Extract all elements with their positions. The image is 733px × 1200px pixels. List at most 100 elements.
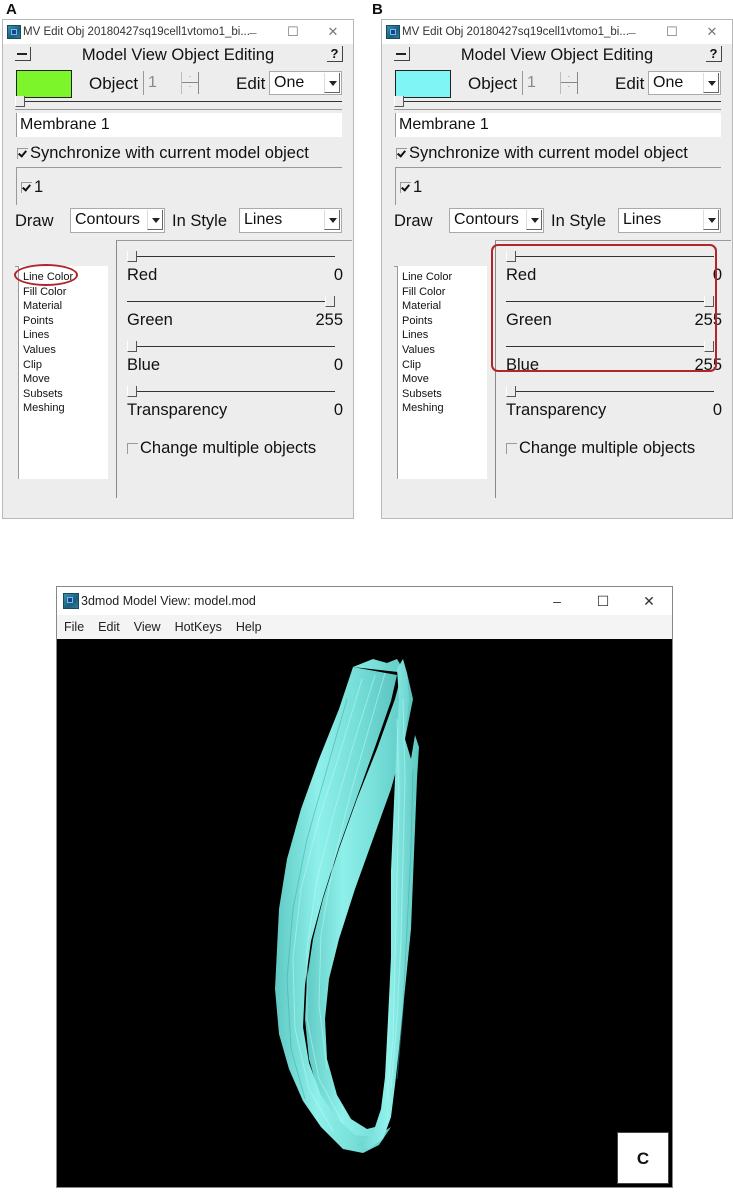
- maximize-button[interactable]: ☐: [652, 24, 692, 40]
- change-multiple-row[interactable]: Change multiple objects: [127, 439, 316, 458]
- sync-checkbox-row[interactable]: Synchronize with current model object: [17, 144, 309, 163]
- green-slider[interactable]: [127, 296, 335, 308]
- sync-checkbox[interactable]: [17, 148, 28, 159]
- list-item-move[interactable]: Move: [398, 372, 487, 387]
- list-item-meshing[interactable]: Meshing: [398, 401, 487, 416]
- chevron-down-icon[interactable]: [324, 73, 340, 93]
- draw-label: Draw: [394, 212, 433, 230]
- change-multiple-row[interactable]: Change multiple objects: [506, 439, 695, 458]
- list-item-meshing[interactable]: Meshing: [19, 401, 108, 416]
- chevron-down-icon[interactable]: [703, 210, 719, 230]
- transparency-value: 0: [712, 401, 722, 419]
- dialog-heading: Model View Object Editing: [81, 45, 275, 64]
- transparency-value: 0: [333, 401, 343, 419]
- window-title: 3dmod Model View: model.mod: [81, 594, 256, 608]
- transparency-slider[interactable]: [127, 386, 335, 398]
- menu-view[interactable]: View: [127, 620, 168, 634]
- chevron-down-icon[interactable]: [526, 210, 542, 230]
- object-spinner[interactable]: · ·: [181, 72, 199, 94]
- style-select[interactable]: Lines: [239, 208, 342, 233]
- close-button[interactable]: ✕: [626, 593, 672, 610]
- list-item-lines[interactable]: Lines: [19, 328, 108, 343]
- slider-thumb[interactable]: [15, 96, 25, 107]
- maximize-button[interactable]: ☐: [580, 593, 626, 610]
- slider-thumb[interactable]: [127, 341, 137, 352]
- list-item-points[interactable]: Points: [19, 314, 108, 329]
- slider-thumb[interactable]: [127, 386, 137, 397]
- title-bar[interactable]: MV Edit Obj 20180427sq19cell1vtomo1_bi..…: [3, 20, 353, 44]
- draw-select[interactable]: Contours: [449, 208, 544, 233]
- list-item-points[interactable]: Points: [398, 314, 487, 329]
- list-item-fill-color[interactable]: Fill Color: [19, 285, 108, 300]
- list-item-fill-color[interactable]: Fill Color: [398, 285, 487, 300]
- list-item-subsets[interactable]: Subsets: [19, 387, 108, 402]
- chevron-down-icon[interactable]: [324, 210, 340, 230]
- help-button[interactable]: ?: [706, 46, 722, 62]
- minimize-button[interactable]: –: [233, 25, 273, 40]
- change-multiple-checkbox[interactable]: [127, 443, 138, 454]
- object-color-swatch[interactable]: [395, 70, 451, 98]
- list-item-lines[interactable]: Lines: [398, 328, 487, 343]
- object-edit-window-b: MV Edit Obj 20180427sq19cell1vtomo1_bi..…: [381, 19, 733, 519]
- transparency-row: Transparency 0: [127, 401, 343, 420]
- list-item-material[interactable]: Material: [398, 299, 487, 314]
- close-button[interactable]: ✕: [313, 24, 353, 40]
- edit-label: Edit: [615, 74, 645, 93]
- list-item-values[interactable]: Values: [398, 343, 487, 358]
- minimize-button[interactable]: –: [612, 25, 652, 40]
- property-category-list[interactable]: Line Color Fill Color Material Points Lines V…: [18, 266, 108, 479]
- edit-mode-select[interactable]: One: [269, 71, 342, 95]
- red-slider[interactable]: [127, 251, 335, 263]
- object-color-swatch[interactable]: [16, 70, 72, 98]
- close-button[interactable]: ✕: [692, 24, 732, 40]
- maximize-button[interactable]: ☐: [273, 24, 313, 40]
- 3d-viewport[interactable]: C: [57, 639, 672, 1187]
- object-1-checkbox-row[interactable]: 1: [400, 178, 422, 197]
- list-item-clip[interactable]: Clip: [19, 358, 108, 373]
- slider-thumb[interactable]: [127, 251, 137, 262]
- chevron-down-icon[interactable]: [147, 210, 163, 230]
- object-slider[interactable]: [15, 96, 342, 108]
- object-1-checkbox-row[interactable]: 1: [21, 178, 43, 197]
- menu-file[interactable]: File: [57, 620, 91, 634]
- menu-help[interactable]: Help: [229, 620, 269, 634]
- sync-checkbox[interactable]: [396, 148, 407, 159]
- sync-checkbox-row[interactable]: Synchronize with current model object: [396, 144, 688, 163]
- change-multiple-checkbox[interactable]: [506, 443, 517, 454]
- object-slider[interactable]: [394, 96, 721, 108]
- list-item-material[interactable]: Material: [19, 299, 108, 314]
- object-name-field[interactable]: Membrane 1: [395, 113, 721, 137]
- transparency-slider[interactable]: [506, 386, 714, 398]
- list-item-move[interactable]: Move: [19, 372, 108, 387]
- slider-thumb[interactable]: [325, 296, 335, 307]
- edit-mode-select[interactable]: One: [648, 71, 721, 95]
- list-item-clip[interactable]: Clip: [398, 358, 487, 373]
- minimize-button[interactable]: –: [534, 593, 580, 609]
- divider: [15, 109, 342, 110]
- style-select[interactable]: Lines: [618, 208, 721, 233]
- draw-select[interactable]: Contours: [70, 208, 165, 233]
- rgb-sliders-highlight-box: [491, 244, 717, 372]
- object-1-checkbox[interactable]: [21, 182, 32, 193]
- slider-thumb[interactable]: [506, 386, 516, 397]
- slider-thumb[interactable]: [394, 96, 404, 107]
- object-name-field[interactable]: Membrane 1: [16, 113, 342, 137]
- menu-hotkeys[interactable]: HotKeys: [168, 620, 229, 634]
- edit-mode-value: One: [653, 74, 684, 91]
- title-bar[interactable]: MV Edit Obj 20180427sq19cell1vtomo1_bi..…: [382, 20, 732, 44]
- object-spinner[interactable]: · ·: [560, 72, 578, 94]
- property-category-list[interactable]: Line Color Fill Color Material Points Lines V…: [397, 266, 487, 479]
- help-button[interactable]: ?: [327, 46, 343, 62]
- sync-label: Synchronize with current model object: [409, 144, 688, 162]
- chevron-down-icon[interactable]: [703, 73, 719, 93]
- list-item-values[interactable]: Values: [19, 343, 108, 358]
- blue-slider[interactable]: [127, 341, 335, 353]
- draw-label: Draw: [15, 212, 54, 230]
- change-multiple-label: Change multiple objects: [519, 439, 696, 457]
- title-bar[interactable]: 3dmod Model View: model.mod – ☐ ✕: [57, 587, 672, 615]
- menu-edit[interactable]: Edit: [91, 620, 127, 634]
- object-1-checkbox[interactable]: [400, 182, 411, 193]
- list-item-subsets[interactable]: Subsets: [398, 387, 487, 402]
- list-item-line-color[interactable]: Line Color: [398, 266, 487, 285]
- draw-value: Contours: [75, 211, 140, 228]
